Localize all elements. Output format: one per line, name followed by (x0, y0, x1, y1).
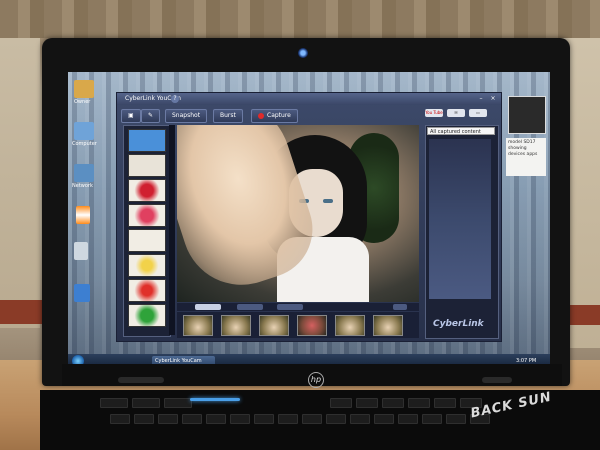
desktop-icon-label: Owner (74, 99, 91, 105)
effects-scrollbar[interactable] (169, 125, 175, 335)
recycle-bin-icon[interactable] (74, 242, 88, 260)
hp-logo-icon: hp (308, 372, 324, 388)
minimize-button[interactable]: – (477, 95, 485, 103)
hp-logo-text: hp (310, 375, 322, 384)
user-folder-icon[interactable] (74, 80, 94, 98)
snapshot-label: Snapshot (172, 112, 201, 119)
tab-photos[interactable] (195, 304, 221, 310)
burst-button[interactable]: Burst (213, 109, 243, 123)
effect-download-arrow[interactable] (128, 129, 166, 152)
effect-sketch[interactable] (128, 229, 166, 252)
key[interactable] (254, 414, 274, 424)
vlc-cone-icon[interactable] (76, 206, 90, 224)
effect-lips[interactable] (128, 179, 166, 202)
help-button[interactable]: ? (171, 95, 179, 103)
captured-content-list[interactable] (429, 139, 491, 299)
slideshow-gadget[interactable] (508, 96, 546, 134)
webcam-light (298, 48, 308, 58)
effect-comic[interactable] (128, 304, 166, 327)
snapshot-thumb[interactable] (297, 315, 327, 336)
key[interactable] (134, 414, 154, 424)
key[interactable] (422, 414, 442, 424)
key[interactable] (374, 414, 394, 424)
burst-label: Burst (220, 112, 236, 119)
desktop-icon-label: Network (72, 183, 93, 189)
key[interactable] (434, 398, 456, 408)
key[interactable] (164, 398, 192, 408)
email-button[interactable]: ✉ (447, 109, 465, 117)
key[interactable] (206, 414, 226, 424)
hinge-left (118, 377, 164, 383)
youtube-button[interactable]: You Tube (425, 109, 443, 117)
laptop-screen: Owner Computer Network CyberLink YouCam … (68, 72, 550, 368)
key[interactable] (408, 398, 430, 408)
key[interactable] (356, 398, 378, 408)
media-icon[interactable] (74, 284, 90, 302)
webcam-preview (177, 125, 419, 302)
desktop-icon-label: Computer (72, 141, 97, 147)
record-icon (258, 112, 264, 119)
doll-eye-right (323, 199, 333, 203)
notes-gadget[interactable]: model SD17 showing devices apps (506, 138, 546, 176)
snapshot-thumb[interactable] (335, 315, 365, 336)
mode-camera-icon[interactable]: ▣ (121, 109, 141, 123)
effect-wow[interactable] (128, 279, 166, 302)
computer-icon[interactable] (74, 122, 94, 140)
thumbnail-tabs (177, 303, 419, 311)
capture-button[interactable]: Capture (251, 109, 298, 123)
hinge-right (482, 377, 512, 383)
effect-lightbulb[interactable] (128, 254, 166, 277)
keyboard-indicator-light (190, 398, 240, 401)
network-icon[interactable] (74, 164, 94, 182)
key[interactable] (382, 398, 404, 408)
key[interactable] (350, 414, 370, 424)
youcam-window: CyberLink YouCam ? – × ▣ ✎ Snapshot Burs… (116, 92, 502, 342)
cyberlink-logo: CyberLink (433, 319, 484, 329)
tab-effects[interactable] (277, 304, 303, 310)
effect-burst[interactable] (128, 204, 166, 227)
key[interactable] (446, 414, 466, 424)
key[interactable] (326, 414, 346, 424)
tab-delete[interactable] (393, 304, 407, 310)
key[interactable] (398, 414, 418, 424)
folder-button[interactable]: ▭ (469, 109, 487, 117)
key[interactable] (132, 398, 160, 408)
key[interactable] (158, 414, 178, 424)
youcam-titlebar[interactable]: CyberLink YouCam ? – × (117, 93, 501, 105)
key[interactable] (278, 414, 298, 424)
key[interactable] (182, 414, 202, 424)
key[interactable] (100, 398, 128, 408)
snapshot-button[interactable]: Snapshot (165, 109, 208, 123)
key[interactable] (230, 414, 250, 424)
key[interactable] (302, 414, 322, 424)
content-filter-dropdown[interactable]: All captured content (427, 127, 495, 135)
tab-videos[interactable] (237, 304, 263, 310)
close-button[interactable]: × (489, 95, 497, 103)
capture-label: Capture (267, 112, 291, 119)
snapshot-thumb[interactable] (183, 315, 213, 336)
key[interactable] (330, 398, 352, 408)
effects-toggle-icon[interactable]: ✎ (141, 109, 161, 123)
wall-left (0, 38, 40, 328)
window-curtain (0, 0, 600, 38)
snapshot-thumb[interactable] (259, 315, 289, 336)
snapshot-thumb[interactable] (221, 315, 251, 336)
effect-bird[interactable] (128, 154, 166, 177)
snapshot-thumb[interactable] (373, 315, 403, 336)
youcam-toolbar: ▣ ✎ Snapshot Burst Capture You Tube ✉ ▭ (117, 107, 501, 123)
effects-panel (123, 125, 171, 337)
key[interactable] (110, 414, 130, 424)
snapshot-strip (177, 312, 419, 338)
